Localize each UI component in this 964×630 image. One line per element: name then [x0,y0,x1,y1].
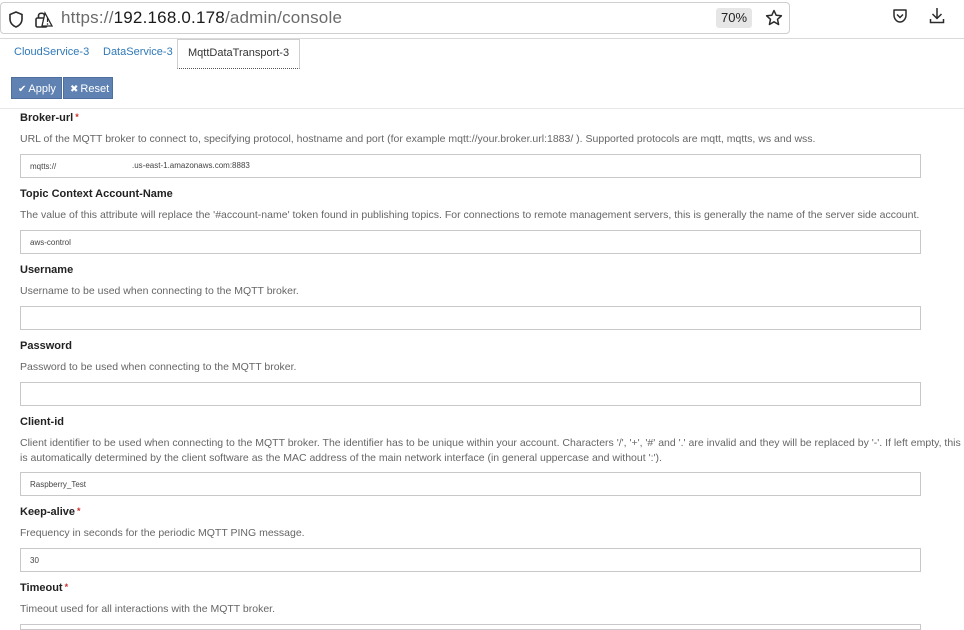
timeout-label: Timeout * [20,582,68,594]
topic-context-description: The value of this attribute will replace… [20,209,920,221]
reset-label: Reset [80,83,110,95]
divider [0,108,964,109]
topic-context-input[interactable] [20,230,921,254]
broker-url-field-wrap: .us-east-1.amazonaws.com:8883 [20,154,921,178]
download-icon[interactable] [929,7,945,29]
timeout-input[interactable] [20,624,921,630]
url-path: /admin/console [224,8,343,27]
topic-context-label: Topic Context Account-Name [20,188,173,200]
tab-dataservice[interactable]: DataService-3 [103,39,173,68]
address-bar[interactable]: https://192.168.0.178/admin/console 70% [0,2,790,34]
keep-alive-label: Keep-alive * [20,506,81,518]
username-description: Username to be used when connecting to t… [20,285,299,297]
check-icon: ✔ [18,84,27,95]
required-marker: * [75,112,79,122]
url-text[interactable]: https://192.168.0.178/admin/console [61,8,342,28]
timeout-label-text: Timeout [20,582,63,594]
broker-url-label: Broker-url * [20,112,79,124]
reset-button[interactable]: ✖ Reset [63,77,113,99]
keep-alive-label-text: Keep-alive [20,506,76,518]
username-label: Username [20,264,74,276]
timeout-description: Timeout used for all interactions with t… [20,603,276,615]
client-id-label: Client-id [20,416,64,428]
pocket-icon[interactable] [892,8,908,29]
apply-label: Apply [28,83,56,95]
broker-url-label-text: Broker-url [20,112,74,124]
keep-alive-description: Frequency in seconds for the periodic MQ… [20,527,305,539]
service-tabs: CloudService-3 DataService-3 MqttDataTra… [0,39,964,69]
url-scheme: https:// [61,8,114,27]
required-marker: * [77,506,81,516]
keep-alive-input[interactable] [20,548,921,572]
password-description: Password to be used when connecting to t… [20,361,297,373]
url-host: 192.168.0.178 [113,8,225,27]
client-id-input[interactable] [20,472,921,496]
close-icon: ✖ [70,84,79,95]
bookmark-star-icon[interactable] [765,9,783,32]
username-input[interactable] [20,306,921,330]
tab-mqttdatatransport[interactable]: MqttDataTransport-3 [177,39,301,69]
broker-url-description: URL of the MQTT broker to connect to, sp… [20,133,816,145]
zoom-level-badge[interactable]: 70% [716,8,752,28]
apply-button[interactable]: ✔ Apply [11,77,62,99]
password-input[interactable] [20,382,921,406]
lock-warning-icon[interactable] [34,10,54,33]
shield-icon[interactable] [8,11,24,33]
browser-toolbar: https://192.168.0.178/admin/console 70% [0,0,964,39]
broker-url-input[interactable] [20,154,921,178]
password-label: Password [20,340,72,352]
tab-cloudservice[interactable]: CloudService-3 [14,39,89,68]
client-id-description: Client identifier to be used when connec… [20,437,961,464]
required-marker: * [64,582,69,592]
